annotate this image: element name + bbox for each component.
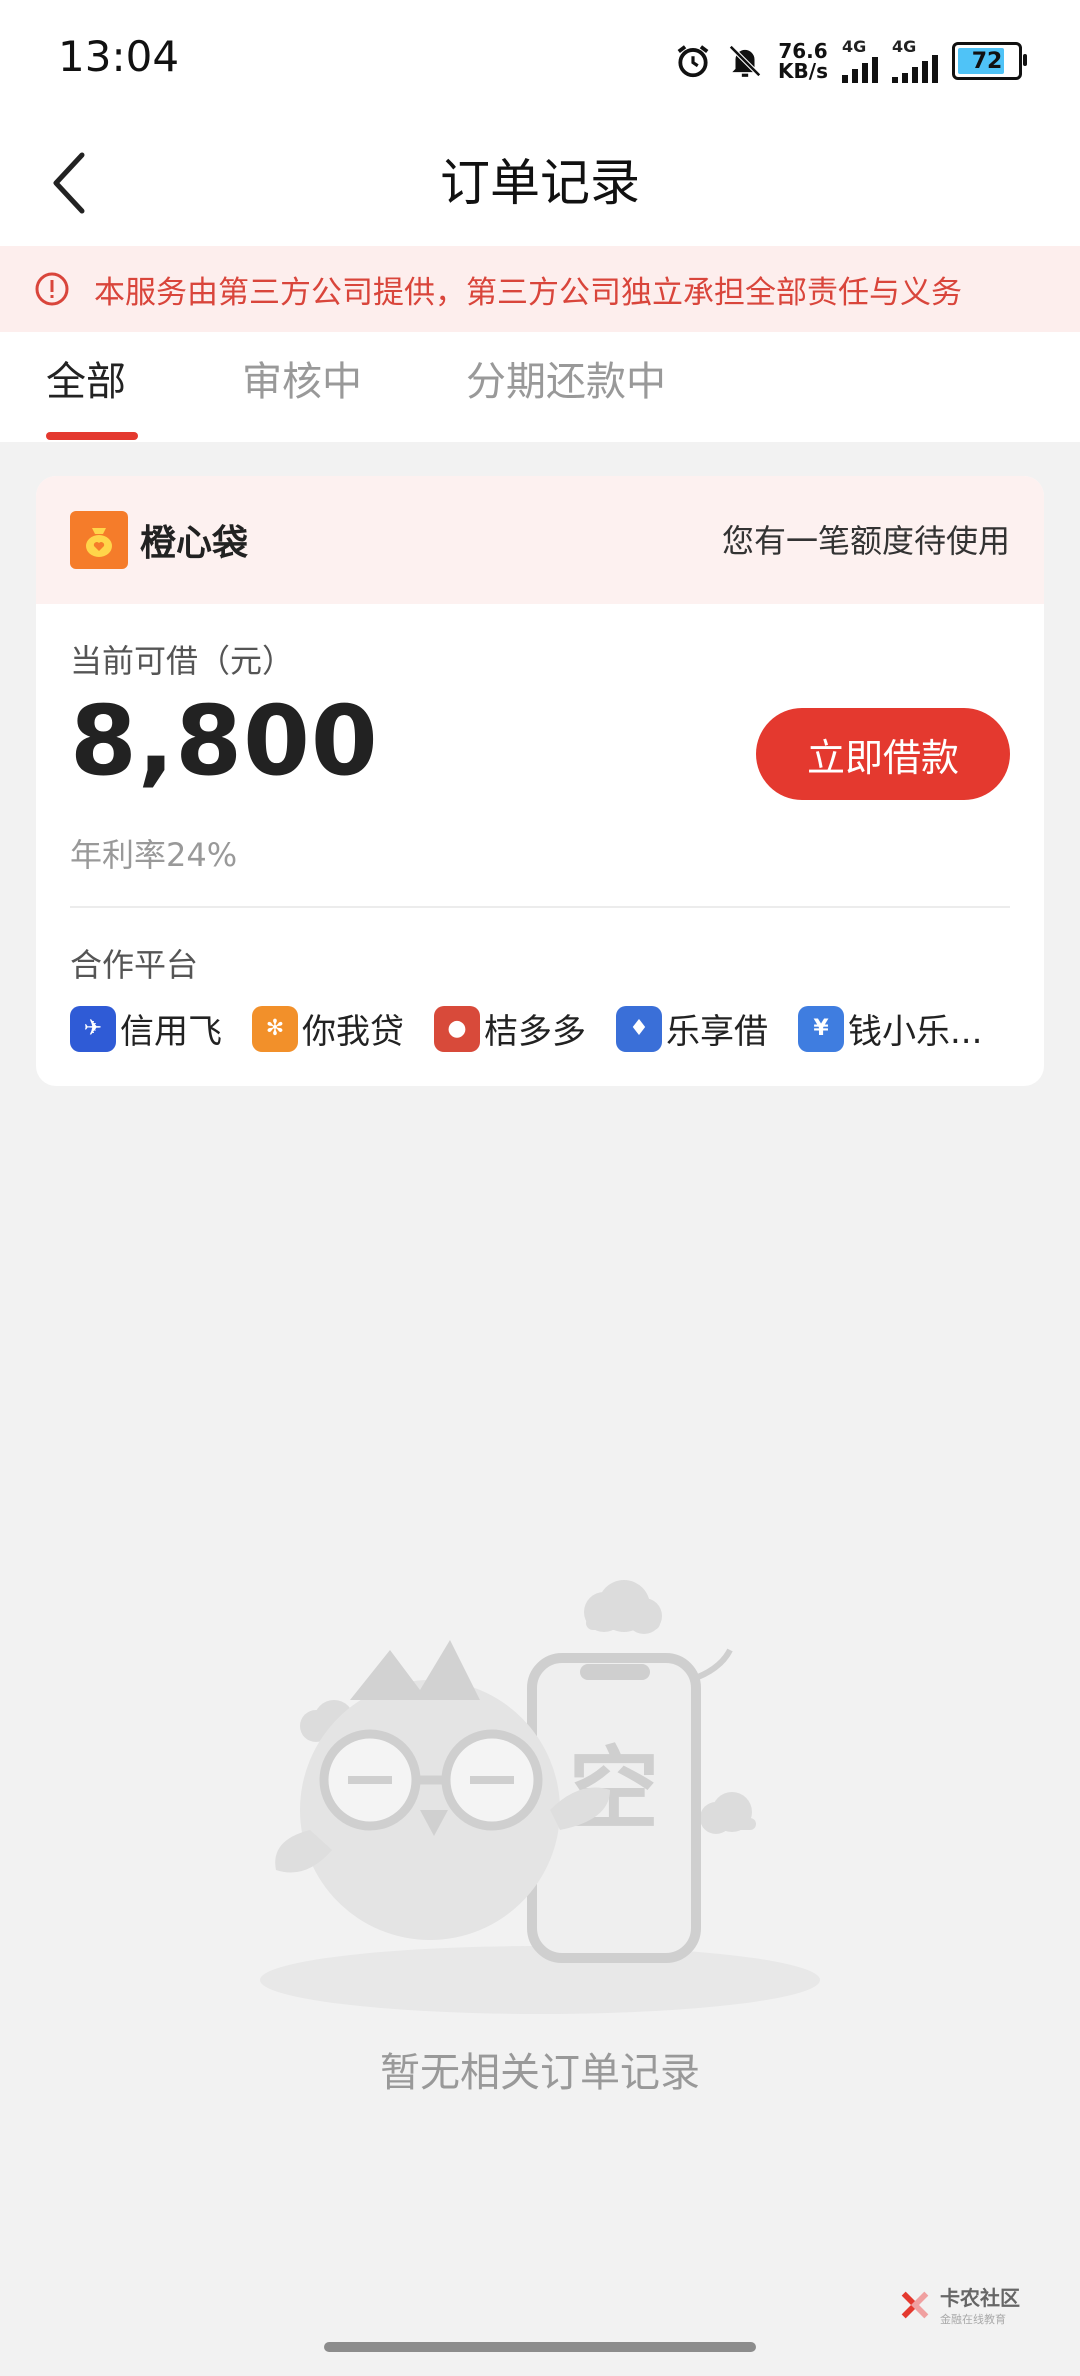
network-speed: 76.6 KB/s (778, 41, 828, 81)
partner-name: 乐享借 (666, 1012, 768, 1052)
tab-installment-repaying[interactable]: 分期还款中 (466, 354, 666, 410)
nav-header: 订单记录 (0, 118, 1080, 246)
alarm-icon (677, 45, 709, 78)
lexiangjie-logo-icon: ♦ (616, 1005, 662, 1052)
partner-item: ✈ 信用飞 (70, 1004, 222, 1053)
network-speed-value: 76.6 (778, 39, 828, 63)
available-amount: 8,800 (70, 685, 379, 797)
watermark-sub: 金融在线教育 (940, 2313, 1006, 2326)
notice-banner: 本服务由第三方公司提供，第三方公司独立承担全部责任与义务 (0, 246, 1080, 332)
partner-item: ● 桔多多 (434, 1004, 586, 1053)
notice-text: 本服务由第三方公司提供，第三方公司独立承担全部责任与义务 (94, 274, 962, 311)
sim2-signal: 4G (892, 39, 938, 83)
juduoduo-logo-icon: ● (434, 1005, 480, 1052)
partner-name: 桔多多 (484, 1012, 586, 1052)
loan-offer-card[interactable]: 橙心袋 您有一笔额度待使用 当前可借（元） 8,800 立即借款 年利率24% … (36, 476, 1044, 1086)
sim1-label: 4G (842, 37, 867, 56)
annual-rate: 年利率24% (70, 836, 238, 874)
divider (70, 906, 1010, 908)
watermark: 卡农社区 金融在线教育 (898, 2282, 1020, 2327)
niwodai-logo-icon: ✻ (252, 1005, 298, 1052)
xinyongfei-logo-icon: ✈ (70, 1005, 116, 1052)
empty-state-text: 暂无相关订单记录 (380, 2050, 700, 2096)
partner-list: ✈ 信用飞 ✻ 你我贷 ● 桔多多 ♦ 乐享借 ¥ 钱小乐... (70, 1004, 1014, 1053)
signal-bars-icon (892, 55, 938, 83)
signal-bars-icon (842, 55, 878, 83)
home-indicator[interactable] (324, 2342, 756, 2352)
empty-state-illustration: 空 (260, 1580, 820, 2014)
tab-active-indicator (46, 432, 138, 440)
available-amount-label: 当前可借（元） (70, 642, 295, 680)
brand-name: 橙心袋 (140, 523, 249, 564)
alert-circle-icon (35, 272, 69, 306)
watermark-main: 卡农社区 (940, 2286, 1020, 2310)
sim2-label: 4G (892, 37, 917, 56)
tab-under-review[interactable]: 审核中 (242, 354, 362, 410)
partner-name: 你我贷 (302, 1012, 404, 1052)
battery-icon: 72 (952, 42, 1027, 80)
battery-level: 72 (971, 48, 1003, 74)
sim1-signal: 4G (842, 39, 878, 83)
kanong-logo-icon (901, 2291, 929, 2318)
qianxiaole-logo-icon: ¥ (798, 1005, 844, 1052)
partner-item: ♦ 乐享借 (616, 1004, 768, 1053)
borrow-now-button[interactable]: 立即借款 (756, 708, 1010, 800)
partner-item: ✻ 你我贷 (252, 1004, 404, 1053)
tab-bar: 全部 审核中 分期还款中 (0, 332, 1080, 442)
partners-label: 合作平台 (70, 946, 199, 984)
status-time: 13:04 (58, 32, 180, 81)
partner-item: ¥ 钱小乐... (798, 1004, 982, 1053)
network-speed-unit: KB/s (778, 59, 828, 83)
card-header: 橙心袋 您有一笔额度待使用 (36, 476, 1044, 604)
status-icons: 76.6 KB/s 4G 4G 72 (674, 36, 1027, 86)
credit-hint: 您有一笔额度待使用 (721, 522, 1010, 560)
partner-name: 信用飞 (120, 1012, 222, 1052)
partner-name: 钱小乐... (848, 1012, 983, 1052)
bell-muted-icon (729, 45, 761, 77)
page-title: 订单记录 (440, 154, 640, 212)
status-bar: 13:04 76.6 KB/s 4G 4G 72 (0, 0, 1080, 118)
brand-bag-icon (70, 511, 128, 569)
tab-all[interactable]: 全部 (46, 354, 126, 410)
